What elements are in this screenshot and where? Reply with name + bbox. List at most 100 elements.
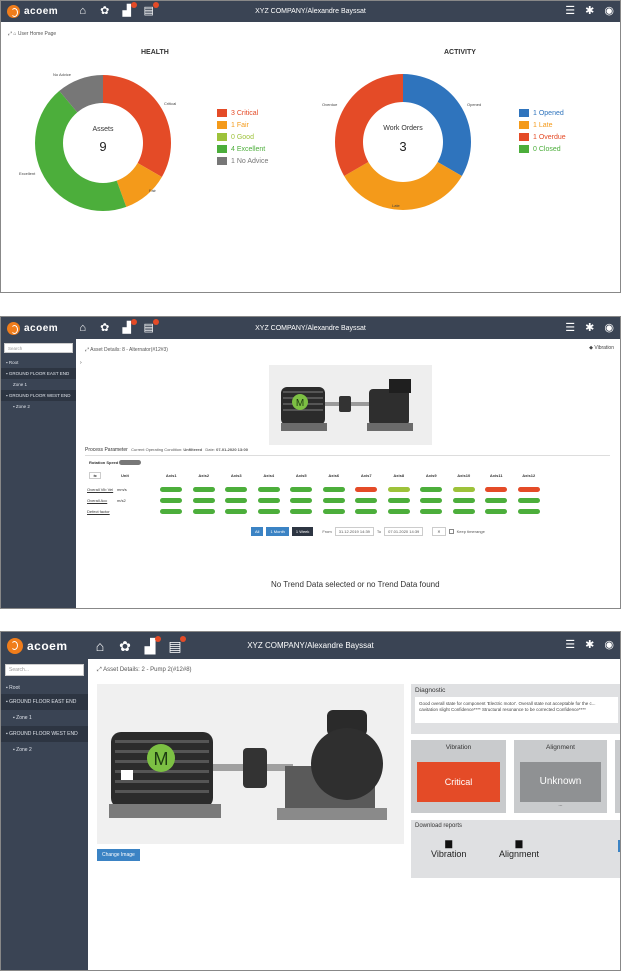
value-pill[interactable] (192, 509, 215, 514)
report-icon[interactable]: ▤ (142, 318, 160, 334)
range-week-button[interactable]: 1 Week (291, 527, 314, 536)
range-month-button[interactable]: 1 Month (266, 527, 289, 536)
assets-icon[interactable]: ✿ (119, 639, 132, 653)
value-pill[interactable] (420, 487, 443, 492)
download-alignment[interactable]: ▆ Alignment (499, 838, 539, 859)
settings-icon[interactable]: ✱ (585, 640, 594, 651)
change-image-button[interactable]: Change Image (97, 849, 140, 861)
legend-item[interactable]: 1 Late (519, 121, 566, 129)
settings-icon[interactable]: ✱ (585, 322, 594, 334)
home-icon[interactable]: ⌂ (76, 322, 89, 334)
tree-item-zone-2[interactable]: ▪ Zone 2 (1, 401, 76, 412)
value-pill[interactable] (290, 498, 313, 503)
report-icon[interactable]: ▤ (142, 2, 160, 17)
donut-slice[interactable] (344, 162, 462, 210)
value-pill[interactable] (257, 498, 280, 503)
tree-item-east-end[interactable]: ▪ GROUND FLOOR EAST END (1, 694, 88, 710)
tree-item-west-end[interactable]: ▪ GROUND FLOOR WEST END (1, 726, 88, 742)
user-icon[interactable]: ◉ (604, 6, 614, 17)
legend-item[interactable]: 0 Good (217, 133, 268, 141)
alignment-status-card[interactable]: Alignment Unknown ... (514, 740, 607, 813)
menu-icon[interactable]: ☰ (565, 640, 575, 651)
legend-item[interactable]: 3 Critical (217, 109, 268, 117)
value-pill[interactable] (290, 509, 313, 514)
vibration-status-card[interactable]: Vibration Critical (411, 740, 506, 813)
legend-item[interactable]: 1 Fair (217, 121, 268, 129)
menu-icon[interactable]: ☰ (565, 6, 575, 17)
tree-item-zone-2[interactable]: ▪ Zone 2 (1, 742, 88, 758)
value-pill[interactable] (322, 509, 345, 514)
parameter-name[interactable]: Overall Acc (87, 498, 117, 503)
value-pill[interactable] (257, 487, 280, 492)
collapse-arrow-icon[interactable]: › (80, 360, 82, 366)
value-pill[interactable] (387, 487, 410, 492)
chart-icon[interactable]: ▟ (120, 318, 138, 334)
tree-item-west-end[interactable]: ▪ GROUND FLOOR WEST END (1, 390, 76, 401)
value-pill[interactable] (387, 509, 410, 514)
user-icon[interactable]: ◉ (604, 322, 614, 334)
legend-item[interactable]: 1 Opened (519, 109, 566, 117)
value-pill[interactable] (225, 498, 248, 503)
value-pill[interactable] (387, 498, 410, 503)
value-pill[interactable] (322, 498, 345, 503)
tree-item-root[interactable]: ▪ Root (1, 682, 88, 694)
value-pill[interactable] (485, 509, 508, 514)
settings-icon[interactable]: ✱ (585, 6, 594, 17)
value-pill[interactable] (420, 509, 443, 514)
report-icon[interactable]: ▤ (168, 636, 186, 653)
value-pill[interactable] (290, 487, 313, 492)
chart-icon[interactable]: ▟ (144, 636, 161, 653)
value-pill[interactable] (192, 487, 215, 492)
tree-item-zone-1[interactable]: Zone 1 (1, 379, 76, 390)
value-pill[interactable] (452, 498, 475, 503)
to-date-input[interactable]: 07.01.2020 14:39 (384, 527, 424, 536)
value-pill[interactable] (192, 498, 215, 503)
value-pill[interactable] (160, 509, 183, 514)
menu-icon[interactable]: ☰ (565, 322, 575, 334)
vibration-link[interactable]: ◆ Vibration (589, 345, 614, 351)
value-pill[interactable] (517, 509, 540, 514)
value-pill[interactable] (225, 509, 248, 514)
search-input[interactable]: Search... (5, 664, 84, 676)
acoem-logo[interactable]: acoem (1, 5, 58, 18)
legend-item[interactable]: 1 Overdue (519, 133, 566, 141)
value-pill[interactable] (160, 487, 183, 492)
tree-item-root[interactable]: ▪ Root (1, 357, 76, 368)
value-pill[interactable] (517, 498, 540, 503)
value-pill[interactable] (420, 498, 443, 503)
value-pill[interactable] (257, 509, 280, 514)
tree-item-zone-1[interactable]: ▪ Zone 1 (1, 710, 88, 726)
home-icon[interactable]: ⌂ (94, 639, 107, 653)
chart-icon[interactable]: ▟ (120, 2, 138, 17)
expand-icon[interactable]: ⤢ (8, 31, 12, 37)
user-icon[interactable]: ◉ (604, 640, 614, 651)
legend-item[interactable]: 1 No Advice (217, 157, 268, 165)
value-pill[interactable] (485, 498, 508, 503)
value-pill[interactable] (322, 487, 345, 492)
table-toggle-button[interactable]: ⇆ (89, 472, 101, 479)
value-pill[interactable] (517, 487, 540, 492)
acoem-logo[interactable]: acoem (1, 321, 58, 335)
assets-icon[interactable]: ✿ (98, 322, 111, 334)
parameter-name[interactable]: Defect factor (87, 509, 117, 514)
value-pill[interactable] (452, 509, 475, 514)
value-pill[interactable] (355, 509, 378, 514)
assets-icon[interactable]: ✿ (98, 6, 111, 17)
expand-icon[interactable]: ⤢ (85, 347, 89, 353)
value-pill[interactable] (452, 487, 475, 492)
keep-timerange-checkbox[interactable] (448, 529, 454, 534)
value-pill[interactable] (225, 487, 248, 492)
home-icon[interactable]: ⌂ (76, 6, 89, 17)
legend-item[interactable]: 4 Excellent (217, 145, 268, 153)
acoem-logo[interactable]: acoem (1, 637, 68, 654)
value-pill[interactable] (160, 498, 183, 503)
value-pill[interactable] (485, 487, 508, 492)
value-pill[interactable] (355, 498, 378, 503)
tree-item-east-end[interactable]: ▪ GROUND FLOOR EAST END (1, 368, 76, 379)
value-pill[interactable] (355, 487, 378, 492)
expand-icon[interactable]: ⤢ (97, 667, 102, 673)
clear-date-button[interactable]: ✕ (432, 527, 446, 536)
range-all-button[interactable]: All (251, 527, 264, 536)
from-date-input[interactable]: 31.12.2019 14:39 (334, 527, 374, 536)
parameter-name[interactable]: Overall Vib Vel (87, 487, 117, 492)
